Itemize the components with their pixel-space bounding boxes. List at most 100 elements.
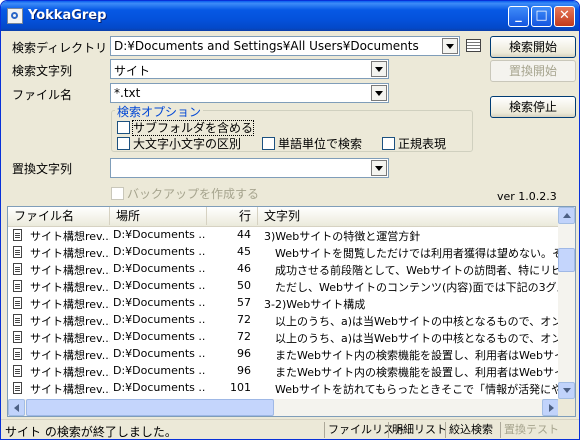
search-stop-button[interactable]: 検索停止 [490, 96, 576, 118]
regex-checkbox[interactable]: 正規表現 [382, 135, 447, 151]
backup-label: バックアップを作成する [127, 187, 260, 201]
scroll-up-button[interactable] [558, 207, 575, 224]
col-header-location[interactable]: 場所 [110, 207, 207, 225]
minimize-icon: _ [515, 8, 522, 23]
case-checkbox-box[interactable] [117, 137, 130, 150]
backup-checkbox[interactable]: バックアップを作成する [111, 185, 260, 201]
horizontal-scroll-thumb[interactable] [26, 399, 274, 416]
search-dir-dropdown[interactable] [442, 38, 458, 54]
text-file-icon [13, 280, 22, 292]
row-line-number: 57 [237, 296, 251, 309]
table-row[interactable]: サイト構想rev... D:¥Documents ... 44 3)Webサイトの特徴… [8, 227, 559, 244]
row-line-number: 46 [237, 262, 251, 275]
vertical-scrollbar[interactable] [558, 207, 575, 399]
regex-checkbox-box[interactable] [382, 137, 395, 150]
regex-label: 正規表現 [398, 137, 447, 151]
row-text: またWebサイト内の検索機能を設置し、利用者はWebサイ [264, 349, 559, 362]
backup-checkbox-box[interactable] [111, 187, 124, 200]
row-text: 以上のうち、a)は当Webサイトの中核となるもので、オンラ [264, 315, 559, 328]
folder-tree-icon [466, 39, 481, 52]
row-location: D:¥Documents ... [113, 262, 205, 275]
row-location: D:¥Documents ... [113, 381, 205, 394]
search-text-value: サイト [114, 64, 151, 78]
row-file-name: サイト構想rev... [30, 383, 110, 396]
search-text-dropdown[interactable] [371, 61, 387, 77]
row-line-number: 45 [237, 245, 251, 258]
tab-filter-search[interactable]: 絞込検索 [445, 422, 493, 438]
scroll-down-button[interactable] [558, 382, 575, 399]
col-header-file[interactable]: ファイル名 [8, 207, 110, 225]
row-location: D:¥Documents ... [113, 347, 205, 360]
file-name-dropdown[interactable] [371, 85, 387, 101]
row-location: D:¥Documents ... [113, 313, 205, 326]
maximize-button[interactable]: □ [531, 6, 552, 27]
scroll-right-button[interactable] [542, 399, 559, 416]
table-row[interactable]: サイト構想rev... D:¥Documents ... 46 成功させる前段階とし… [8, 261, 559, 278]
search-text-combo[interactable]: サイト [110, 59, 389, 79]
row-text: 3)Webサイトの特徴と運営方針 [264, 230, 421, 243]
text-file-icon [13, 382, 22, 394]
table-row[interactable]: サイト構想rev... D:¥Documents ... 57 3-2)Webサイト構… [8, 295, 559, 312]
close-button[interactable]: ✕ [554, 6, 575, 27]
search-dir-label: 検索ディレクトリ [12, 41, 108, 55]
horizontal-scrollbar[interactable] [8, 399, 559, 416]
replace-start-button[interactable]: 置換開始 [490, 60, 576, 82]
text-file-icon [13, 365, 22, 377]
table-row[interactable]: サイト構想rev... D:¥Documents ... 45 Webサイトを閲覧し… [8, 244, 559, 261]
tab-replace-test[interactable]: 置換テスト [500, 422, 559, 438]
row-file-name: サイト構想rev... [30, 349, 110, 362]
word-checkbox-box[interactable] [262, 137, 275, 150]
search-dir-combo[interactable]: D:¥Documents and Settings¥All Users¥Docu… [110, 36, 460, 56]
row-text: 成功させる前段階として、Webサイトの訪問者、特にリピー [264, 264, 559, 277]
case-label: 大文字小文字の区別 [133, 137, 242, 151]
close-icon: ✕ [559, 8, 570, 23]
results-list[interactable]: ファイル名 場所 行 文字列 サイト構想rev... D:¥Documents .… [7, 206, 576, 417]
col-header-line[interactable]: 行 [207, 207, 258, 225]
row-text: Webサイトを訪れてもらったときそこで「情報が活発にやり [264, 383, 559, 396]
word-checkbox[interactable]: 単語単位で検索 [262, 135, 363, 151]
file-name-combo[interactable]: *.txt [110, 83, 389, 103]
subfolders-checkbox[interactable]: サブフォルダを含める [117, 119, 255, 136]
case-checkbox[interactable]: 大文字小文字の区別 [117, 135, 242, 151]
replace-dropdown[interactable] [371, 160, 387, 176]
search-start-button[interactable]: 検索開始 [490, 36, 576, 58]
minimize-button[interactable]: _ [508, 6, 529, 27]
search-dir-value: D:¥Documents and Settings¥All Users¥Docu… [114, 39, 419, 53]
table-row[interactable]: サイト構想rev... D:¥Documents ... 96 またWebサイト内の… [8, 346, 559, 363]
subfolders-label: サブフォルダを含める [131, 120, 255, 136]
row-text: Webサイトを閲覧しただけでは利用者獲得は望めない。そ [264, 247, 559, 260]
row-line-number: 72 [237, 330, 251, 343]
word-label: 単語単位で検索 [278, 137, 363, 151]
browse-folder-button[interactable] [463, 36, 485, 56]
scroll-left-button[interactable] [8, 399, 25, 416]
row-line-number: 96 [237, 364, 251, 377]
row-file-name: サイト構想rev... [30, 298, 110, 311]
row-text: ただし、Webサイトのコンテンツ(内容)面では下記の3グル [264, 281, 559, 294]
window-title: YokkaGrep [28, 8, 107, 23]
status-message: サイト の検索が終了しました。 [5, 425, 177, 439]
scroll-corner [558, 399, 575, 416]
tab-detail-list[interactable]: 明細リスト [388, 422, 447, 438]
row-location: D:¥Documents ... [113, 364, 205, 377]
subfolders-checkbox-box[interactable] [117, 121, 130, 134]
table-row[interactable]: サイト構想rev... D:¥Documents ... 72 以上のうち、a)は当… [8, 329, 559, 346]
row-file-name: サイト構想rev... [30, 366, 110, 379]
row-file-name: サイト構想rev... [30, 264, 110, 277]
replace-label: 置換文字列 [12, 162, 73, 176]
replace-combo[interactable] [110, 158, 389, 178]
app-icon [7, 8, 23, 24]
table-row[interactable]: サイト構想rev... D:¥Documents ... 72 以上のうち、a)は当… [8, 312, 559, 329]
table-row[interactable]: サイト構想rev... D:¥Documents ... 101 Webサイトを訪れ… [8, 380, 559, 397]
row-line-number: 44 [237, 228, 251, 241]
title-bar[interactable]: YokkaGrep _ □ ✕ [1, 1, 579, 31]
text-file-icon [13, 314, 22, 326]
table-row[interactable]: サイト構想rev... D:¥Documents ... 96 またWebサイト内の… [8, 363, 559, 380]
row-line-number: 101 [230, 381, 251, 394]
col-header-text[interactable]: 文字列 [258, 207, 559, 225]
table-row[interactable]: サイト構想rev... D:¥Documents ... 50 ただし、Webサイト… [8, 278, 559, 295]
search-text-label: 検索文字列 [12, 64, 73, 78]
text-file-icon [13, 229, 22, 241]
vertical-scroll-thumb[interactable] [558, 248, 575, 272]
row-text: 以上のうち、a)は当Webサイトの中核となるもので、オンラ [264, 332, 559, 345]
results-header: ファイル名 場所 行 文字列 [8, 207, 559, 227]
